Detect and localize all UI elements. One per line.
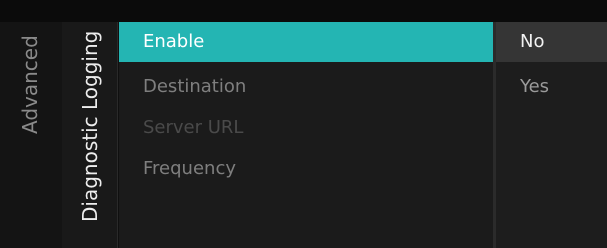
options-list: Enable Destination Server URL Frequency <box>119 22 493 248</box>
breadcrumb-diagnostic-logging-column[interactable]: Diagnostic Logging <box>62 22 118 248</box>
value-no[interactable]: No <box>496 22 607 62</box>
option-frequency[interactable]: Frequency <box>119 149 493 189</box>
option-destination[interactable]: Destination <box>119 67 493 107</box>
breadcrumb-advanced-label: Advanced <box>18 35 42 134</box>
values-list: No Yes <box>496 22 607 248</box>
top-band <box>0 0 607 22</box>
settings-menu: Advanced Diagnostic Logging Enable Desti… <box>0 0 607 248</box>
value-yes[interactable]: Yes <box>496 67 607 107</box>
breadcrumb-diagnostic-logging-label: Diagnostic Logging <box>78 30 102 222</box>
option-enable[interactable]: Enable <box>119 22 493 62</box>
breadcrumb-advanced-column[interactable]: Advanced <box>0 22 62 248</box>
option-server-url: Server URL <box>143 117 244 138</box>
